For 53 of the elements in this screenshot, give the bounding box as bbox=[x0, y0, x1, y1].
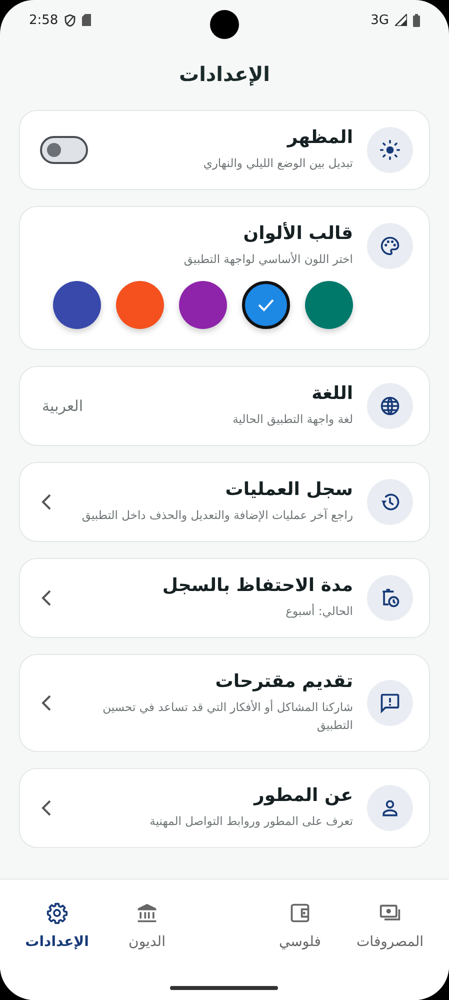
color-swatch[interactable] bbox=[116, 281, 164, 329]
chevron-left-icon bbox=[40, 493, 52, 511]
settings-card[interactable]: تقديم مقترحات شاركنا المشاكل أو الأفكار التي قد تساعد في تحسين التطبيق bbox=[19, 654, 430, 752]
settings-card[interactable]: سجل العمليات راجع آخر عمليات الإضافة والتعديل والحذف داخل التطبيق bbox=[19, 462, 430, 542]
color-swatch[interactable] bbox=[179, 281, 227, 329]
nav-tab[interactable]: فلوسي bbox=[255, 902, 345, 950]
setting-title: سجل العمليات bbox=[225, 479, 353, 500]
status-time: 2:58 bbox=[29, 12, 58, 28]
wallet-icon bbox=[289, 902, 311, 924]
setting-title: تقديم مقترحات bbox=[215, 671, 353, 692]
nav-tab[interactable]: المصروفات bbox=[345, 902, 435, 950]
setting-subtitle: تبديل بين الوضع الليلي والنهاري bbox=[203, 155, 353, 172]
chevron-left-icon bbox=[40, 798, 52, 817]
setting-subtitle: شاركنا المشاكل أو الأفكار التي قد تساعد في تحسين التطبيق bbox=[102, 698, 353, 734]
check-icon bbox=[257, 298, 275, 312]
setting-title: مدة الاحتفاظ بالسجل bbox=[162, 575, 353, 596]
history-icon bbox=[379, 491, 401, 513]
setting-subtitle: راجع آخر عمليات الإضافة والتعديل والحذف داخل التطبيق bbox=[82, 507, 353, 524]
chevron-left-icon bbox=[40, 694, 52, 712]
color-swatch[interactable] bbox=[305, 281, 353, 329]
nav-tab[interactable]: الديون bbox=[102, 902, 192, 950]
palette-icon bbox=[379, 235, 401, 257]
battery-icon bbox=[413, 14, 420, 26]
setting-title: المظهر bbox=[287, 127, 353, 148]
settings-card[interactable]: مدة الاحتفاظ بالسجل الحالي: أسبوع bbox=[19, 558, 430, 638]
feedback-icon bbox=[379, 692, 401, 714]
setting-subtitle: تعرف على المطور وروابط التواصل المهنية bbox=[150, 813, 353, 830]
setting-title: عن المطور bbox=[254, 785, 353, 806]
setting-subtitle: الحالي: أسبوع bbox=[286, 602, 353, 620]
color-swatch[interactable] bbox=[242, 281, 290, 329]
bank-icon bbox=[136, 902, 158, 924]
camera-cutout bbox=[210, 10, 239, 39]
setting-title: اللغة bbox=[312, 383, 353, 404]
nav-tab[interactable]: الإعدادات bbox=[12, 902, 102, 950]
settings-card[interactable]: اللغة لغة واجهة التطبيق الحالية العربية bbox=[19, 366, 430, 446]
signal-icon bbox=[395, 14, 407, 26]
chevron-left-icon bbox=[40, 589, 52, 607]
setting-subtitle: اختر اللون الأساسي لواجهة التطبيق bbox=[184, 251, 353, 268]
setting-value: العربية bbox=[42, 397, 83, 415]
globe-icon bbox=[379, 395, 401, 417]
theme-switch[interactable] bbox=[40, 136, 88, 164]
settings-card[interactable]: المظهر تبديل بين الوضع الليلي والنهاري bbox=[19, 110, 430, 190]
settings-card[interactable]: عن المطور تعرف على المطور وروابط التواصل المهنية bbox=[19, 768, 430, 848]
sun-icon bbox=[379, 139, 401, 161]
sd-card-icon bbox=[82, 14, 92, 26]
settings-icon bbox=[46, 902, 68, 924]
setting-title: قالب الألوان bbox=[243, 223, 353, 244]
page-title: الإعدادات bbox=[178, 62, 270, 86]
setting-subtitle: لغة واجهة التطبيق الحالية bbox=[232, 411, 353, 428]
settings-card[interactable]: قالب الألوان اختر اللون الأساسي لواجهة التطبيق bbox=[19, 206, 430, 350]
color-swatch[interactable] bbox=[53, 281, 101, 329]
shield-icon bbox=[64, 14, 76, 26]
network-type: 3G bbox=[370, 12, 389, 28]
